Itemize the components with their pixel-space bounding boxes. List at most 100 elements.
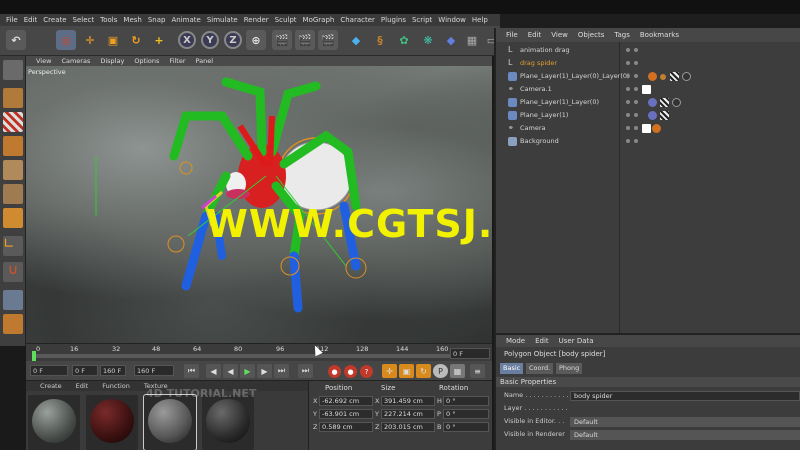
rotation-h-field[interactable]: 0 °: [443, 396, 489, 406]
prev-frame-icon[interactable]: ◀: [206, 364, 221, 378]
position-y-field[interactable]: -63.901 cm: [319, 409, 373, 419]
menu-tools[interactable]: Tools: [100, 16, 117, 24]
max-frame-field[interactable]: 160 F: [100, 365, 126, 376]
material-swatch[interactable]: [143, 394, 197, 450]
object-row[interactable]: ⚭ Camera: [506, 123, 796, 135]
make-editable-icon[interactable]: [3, 60, 23, 80]
camera-tag-icon[interactable]: [642, 124, 651, 133]
next-frame-icon[interactable]: ▶: [257, 364, 272, 378]
scale-key-icon[interactable]: ▣: [399, 364, 414, 378]
material-swatch[interactable]: [202, 395, 254, 450]
camera-tag-icon[interactable]: [642, 85, 651, 94]
rotate-key-icon[interactable]: ↻: [416, 364, 431, 378]
timeline-ruler[interactable]: 0 16 32 48 64 80 96 112 128 144 160 0 F: [26, 343, 492, 361]
visibility-dot[interactable]: [634, 113, 638, 117]
om-menu-bookmarks[interactable]: Bookmarks: [640, 31, 679, 39]
menu-file[interactable]: File: [6, 16, 18, 24]
move-icon[interactable]: ✛: [80, 30, 100, 50]
name-field[interactable]: body spider: [570, 391, 800, 401]
visibility-dot[interactable]: [634, 87, 638, 91]
cube-icon[interactable]: ◆: [346, 30, 366, 50]
layer-field[interactable]: [570, 404, 800, 414]
pla-key-icon[interactable]: ▦: [450, 364, 465, 378]
add-icon[interactable]: +: [149, 30, 169, 50]
section-basic-properties[interactable]: Basic Properties: [496, 377, 800, 387]
om-menu-edit[interactable]: Edit: [528, 31, 542, 39]
material-tag-icon[interactable]: [682, 72, 691, 81]
phong-tag-icon[interactable]: [648, 72, 657, 81]
constraint-tag-icon[interactable]: [660, 74, 666, 80]
loop-icon[interactable]: ⏭: [298, 364, 313, 378]
menu-simulate[interactable]: Simulate: [207, 16, 238, 24]
model-mode-icon[interactable]: [3, 88, 23, 108]
go-to-start-icon[interactable]: ⏮: [184, 364, 199, 378]
edges-mode-icon[interactable]: [3, 184, 23, 204]
at-menu-userdata[interactable]: User Data: [559, 337, 594, 345]
phong-tag-icon[interactable]: [648, 111, 657, 120]
size-y-field[interactable]: 227.214 cm: [381, 409, 435, 419]
visible-in-renderer-dropdown[interactable]: Default: [570, 430, 800, 440]
size-z-field[interactable]: 203.015 cm: [381, 422, 435, 432]
polygons-mode-icon[interactable]: [3, 208, 23, 228]
record-icon[interactable]: ●: [328, 365, 341, 378]
floor-icon[interactable]: ▦: [462, 30, 482, 50]
mat-menu-function[interactable]: Function: [102, 382, 130, 390]
timeline-track[interactable]: [32, 354, 452, 358]
workplane-icon[interactable]: [3, 136, 23, 156]
rotate-icon[interactable]: ↻: [126, 30, 146, 50]
object-row[interactable]: Background: [506, 136, 796, 148]
om-menu-file[interactable]: File: [506, 31, 518, 39]
param-key-icon[interactable]: P: [433, 364, 448, 378]
position-x-field[interactable]: -62.692 cm: [319, 396, 373, 406]
planar-workplane-icon[interactable]: [3, 314, 23, 334]
mat-menu-create[interactable]: Create: [40, 382, 62, 390]
menu-edit[interactable]: Edit: [24, 16, 38, 24]
rotation-p-field[interactable]: 0 °: [443, 409, 489, 419]
menu-plugins[interactable]: Plugins: [381, 16, 406, 24]
menu-script[interactable]: Script: [412, 16, 432, 24]
menu-mograph[interactable]: MoGraph: [303, 16, 335, 24]
visibility-dot[interactable]: [626, 48, 630, 52]
om-menu-view[interactable]: View: [551, 31, 568, 39]
visibility-dot[interactable]: [626, 61, 630, 65]
visible-in-editor-dropdown[interactable]: Default: [570, 417, 800, 427]
autokey-icon[interactable]: ●: [344, 365, 357, 378]
scale-icon[interactable]: ▣: [103, 30, 123, 50]
play-icon[interactable]: ▶: [240, 364, 255, 378]
texture-tag-icon[interactable]: [660, 111, 669, 120]
texture-tag-icon[interactable]: [670, 72, 679, 81]
material-swatch[interactable]: [86, 395, 138, 450]
at-menu-edit[interactable]: Edit: [535, 337, 549, 345]
menu-create[interactable]: Create: [43, 16, 66, 24]
om-menu-objects[interactable]: Objects: [578, 31, 604, 39]
deformer-icon[interactable]: ◆: [441, 30, 461, 50]
move-key-icon[interactable]: ✛: [382, 364, 397, 378]
menu-window[interactable]: Window: [438, 16, 466, 24]
visibility-dot[interactable]: [634, 126, 638, 130]
end-frame-field[interactable]: 160 F: [134, 365, 174, 376]
visibility-dot[interactable]: [626, 87, 630, 91]
tab-phong[interactable]: Phong: [556, 363, 583, 374]
perspective-viewport[interactable]: View Cameras Display Options Filter Pane…: [26, 56, 492, 343]
visibility-dot[interactable]: [626, 74, 630, 78]
at-menu-mode[interactable]: Mode: [506, 337, 525, 345]
object-row[interactable]: Plane_Layer(1): [506, 110, 796, 122]
spline-pen-icon[interactable]: §: [370, 30, 390, 50]
render-settings-icon[interactable]: 🎬: [318, 30, 338, 50]
rotation-b-field[interactable]: 0 °: [443, 422, 489, 432]
tab-basic[interactable]: Basic: [500, 363, 524, 374]
menu-snap[interactable]: Snap: [148, 16, 166, 24]
menu-animate[interactable]: Animate: [171, 16, 200, 24]
undo-icon[interactable]: ↶: [6, 30, 26, 50]
menu-select[interactable]: Select: [73, 16, 95, 24]
play-backward-icon[interactable]: ◀: [223, 364, 238, 378]
visibility-dot[interactable]: [626, 126, 630, 130]
y-axis-toggle[interactable]: Y: [201, 31, 219, 49]
visibility-dot[interactable]: [634, 74, 638, 78]
keyframe-selection-icon[interactable]: ?: [360, 365, 373, 378]
go-to-end-icon[interactable]: ⏭: [274, 364, 289, 378]
visibility-dot[interactable]: [626, 113, 630, 117]
render-picture-icon[interactable]: 🎬: [295, 30, 315, 50]
object-row[interactable]: Plane_Layer(1)_Layer(0)_Layer(0): [506, 71, 796, 83]
menu-character[interactable]: Character: [340, 16, 375, 24]
